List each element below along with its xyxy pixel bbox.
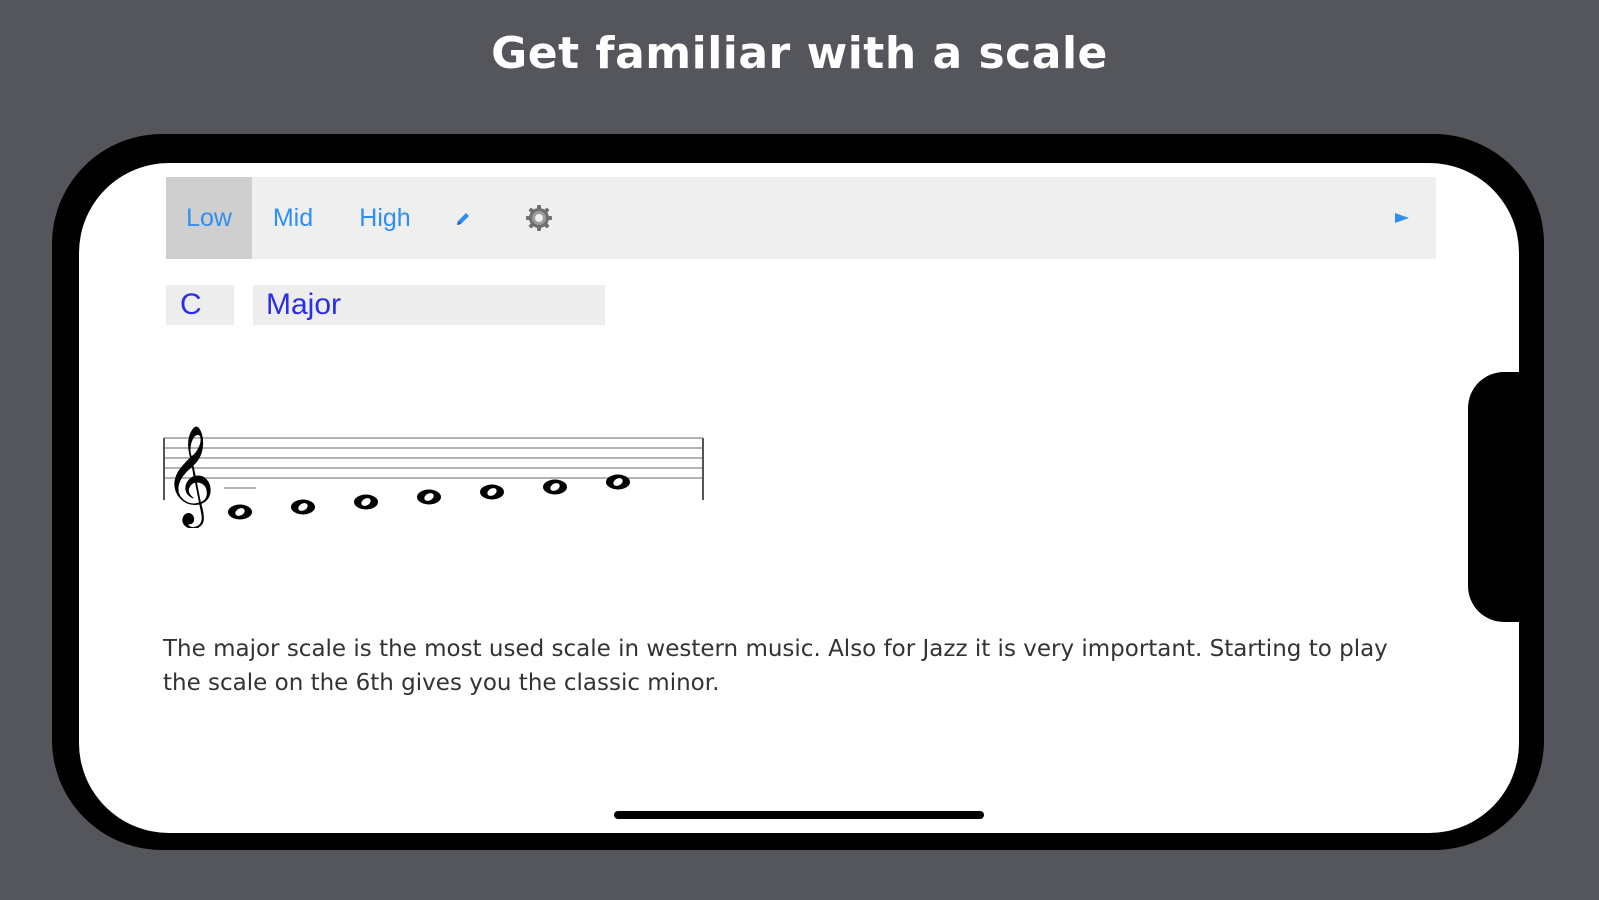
headline: Get familiar with a scale: [491, 28, 1108, 79]
music-staff: 𝄞: [163, 425, 704, 528]
notes-group: [224, 474, 630, 520]
toolbar: Low Mid High: [166, 177, 1436, 259]
mid-register-button[interactable]: Mid: [264, 177, 322, 259]
low-register-button[interactable]: Low: [166, 177, 252, 259]
note-D4: [291, 499, 315, 515]
play-icon: [1395, 213, 1409, 223]
high-register-button[interactable]: High: [352, 177, 418, 259]
note-B4: [606, 474, 630, 490]
pencil-icon: [457, 213, 469, 226]
phone-notch: [1468, 372, 1528, 622]
scale-selector[interactable]: Major: [253, 285, 605, 325]
key-selector[interactable]: C: [166, 285, 234, 325]
note-E4: [354, 494, 378, 510]
treble-clef-icon: 𝄞: [164, 425, 215, 528]
scale-description: The major scale is the most used scale i…: [163, 636, 1388, 696]
note-A4: [543, 479, 567, 495]
note-G4: [480, 484, 504, 500]
note-F4: [417, 489, 441, 505]
home-indicator: [614, 811, 984, 819]
play-button[interactable]: [1394, 210, 1410, 231]
gear-icon: [526, 205, 552, 231]
note-C4: [224, 487, 256, 520]
edit-button[interactable]: [448, 177, 478, 259]
settings-button[interactable]: [524, 203, 554, 238]
